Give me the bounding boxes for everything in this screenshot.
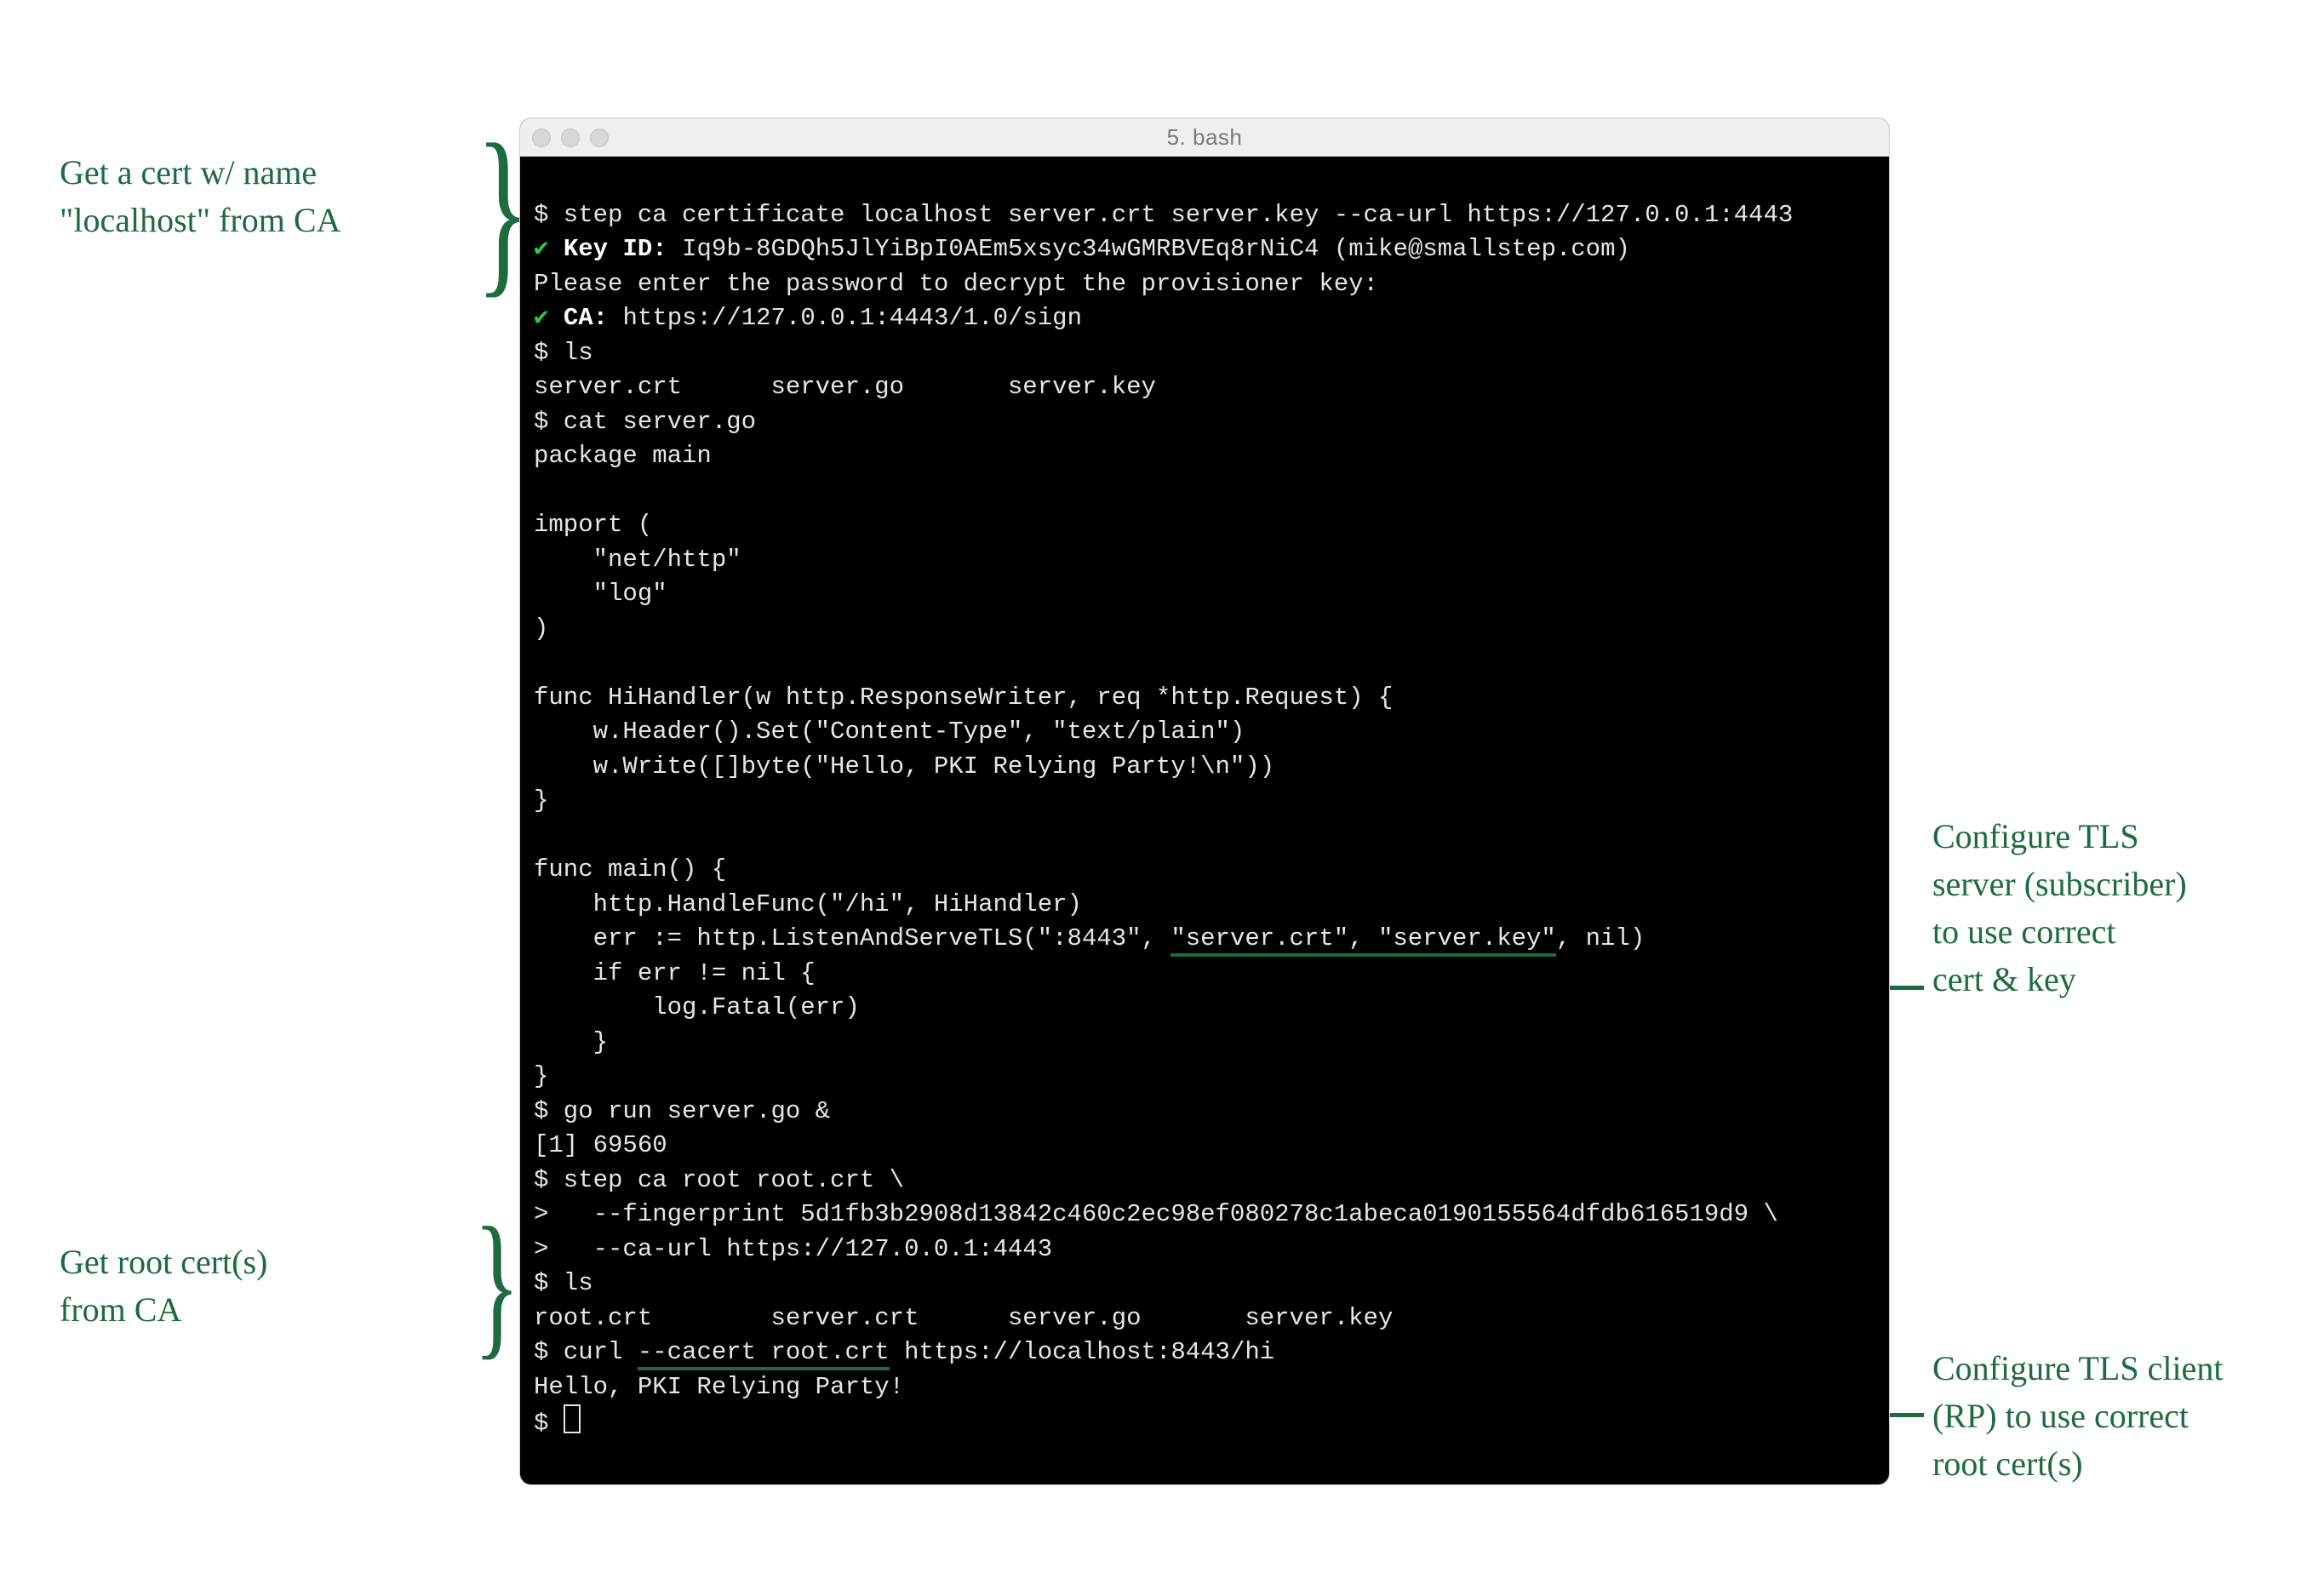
- ca-url: https://127.0.0.1:4443/1.0/sign: [608, 304, 1082, 332]
- key-id-label: Key ID:: [548, 235, 667, 263]
- code-line: w.Write([]byte("Hello, PKI Relying Party…: [534, 752, 1274, 781]
- code-line: }: [534, 1062, 548, 1090]
- ls-output-1: server.crt server.go server.key: [534, 373, 1156, 401]
- zoom-icon[interactable]: [590, 129, 609, 147]
- brace-icon: }: [473, 1192, 520, 1377]
- cmd-step-root: step ca root root.crt \: [548, 1166, 904, 1194]
- terminal-window: 5. bash $ step ca certificate localhost …: [519, 117, 1890, 1485]
- code-line: log.Fatal(err): [534, 993, 860, 1021]
- traffic-lights: [532, 129, 609, 147]
- final-space: [548, 1410, 563, 1438]
- cmd-go-run: go run server.go &: [548, 1097, 830, 1125]
- code-line: if err != nil {: [534, 959, 816, 987]
- prompt: $: [534, 408, 548, 436]
- cmd-step-cert: step ca certificate localhost server.crt…: [548, 201, 1793, 229]
- cmd-step-root-2: --fingerprint 5d1fb3b2908d13842c460c2ec9…: [548, 1200, 1777, 1228]
- window-titlebar: 5. bash: [520, 118, 1889, 157]
- prompt: $: [534, 339, 548, 367]
- window-title: 5. bash: [520, 124, 1889, 151]
- annotation-tls-server: Configure TLS server (subscriber) to use…: [1932, 813, 2187, 1004]
- annotation-tls-client: Configure TLS client (RP) to use correct…: [1932, 1345, 2223, 1488]
- code-line: "log": [534, 580, 667, 608]
- key-id-value: Iq9b-8GDQh5JlYiBpI0AEm5xsyc34wGMRBVEq8rN…: [667, 235, 1630, 263]
- cmd-curl: https://localhost:8443/hi: [890, 1338, 1274, 1366]
- ca-label: CA:: [548, 304, 608, 332]
- prompt: $: [534, 201, 548, 229]
- code-highlight: "server.crt", "server.key": [1171, 924, 1555, 957]
- cmd-step-root-3: --ca-url https://127.0.0.1:4443: [548, 1235, 1052, 1263]
- cmd-curl: curl: [548, 1338, 637, 1366]
- check-icon: ✔: [534, 235, 548, 263]
- prompt: $: [534, 1166, 548, 1194]
- code-line: w.Header().Set("Content-Type", "text/pla…: [534, 718, 1245, 746]
- code-line: err := http.ListenAndServeTLS(":8443",: [534, 924, 1171, 952]
- cursor-icon: [564, 1404, 581, 1433]
- check-icon: ✔: [534, 304, 548, 332]
- annotation-get-cert: Get a cert w/ name "localhost" from CA: [60, 149, 341, 244]
- code-line: , nil): [1556, 924, 1645, 952]
- prompt: $: [534, 1410, 548, 1438]
- prompt: $: [534, 1338, 548, 1366]
- code-line: ): [534, 615, 548, 643]
- password-prompt: Please enter the password to decrypt the…: [534, 270, 1378, 298]
- cmd-cat: cat server.go: [548, 408, 756, 436]
- code-line: package main: [534, 442, 712, 470]
- code-line: }: [534, 1028, 608, 1056]
- code-line: import (: [534, 511, 652, 539]
- terminal-body[interactable]: $ step ca certificate localhost server.c…: [520, 157, 1889, 1485]
- code-line: http.HandleFunc("/hi", HiHandler): [534, 890, 1082, 918]
- annotation-get-root: Get root cert(s) from CA: [60, 1238, 267, 1334]
- code-line: "net/http": [534, 546, 741, 574]
- cmd-ls: ls: [548, 1269, 592, 1297]
- prompt: $: [534, 1269, 548, 1297]
- code-line: func main() {: [534, 855, 726, 883]
- curl-output: Hello, PKI Relying Party!: [534, 1373, 904, 1401]
- cont-prompt: >: [534, 1200, 548, 1228]
- prompt: $: [534, 1097, 548, 1125]
- minimize-icon[interactable]: [561, 129, 580, 147]
- job-output: [1] 69560: [534, 1131, 667, 1159]
- cmd-ls: ls: [548, 339, 592, 367]
- close-icon[interactable]: [532, 129, 551, 147]
- ls-output-2: root.crt server.crt server.go server.key: [534, 1304, 1393, 1332]
- cont-prompt: >: [534, 1235, 548, 1263]
- code-line: }: [534, 786, 548, 815]
- code-line: func HiHandler(w http.ResponseWriter, re…: [534, 683, 1393, 712]
- code-highlight: --cacert root.crt: [638, 1338, 890, 1370]
